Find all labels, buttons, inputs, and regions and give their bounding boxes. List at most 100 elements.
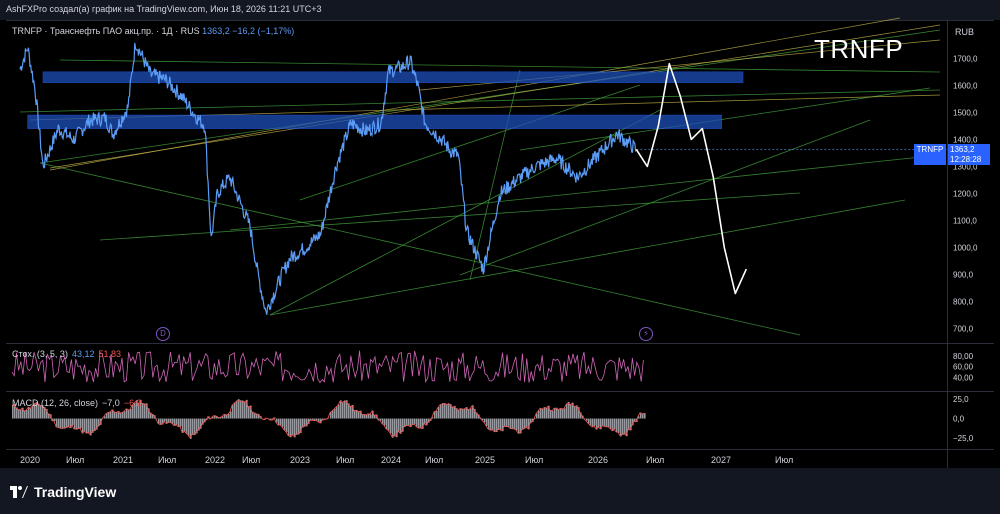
macd-hist-bar (236, 400, 238, 419)
time-tick-label: 2026 (588, 455, 608, 465)
time-tick-label: 2024 (381, 455, 401, 465)
macd-hist-bar (500, 418, 502, 431)
macd-hist-bar (414, 418, 416, 425)
macd-hist-bar (628, 418, 630, 431)
macd-hist-bar (298, 418, 300, 435)
macd-hist-bar (418, 418, 420, 429)
symbol-legend[interactable]: TRNFP · Транснефть ПАО акц.пр. · 1Д · RU… (12, 26, 294, 36)
stoch-legend[interactable]: Стох. (3, 5, 3) 43,12 51,83 (12, 349, 121, 359)
macd-hist-bar (538, 410, 540, 419)
macd-hist-bar (588, 418, 590, 424)
macd-hist-bar (334, 408, 336, 419)
macd-hist-bar (304, 418, 306, 427)
macd-hist-bar (452, 406, 454, 419)
macd-hist-bar (128, 409, 130, 419)
macd-hist-bar (60, 418, 62, 429)
price-change: −16,2 (−1,17%) (232, 26, 295, 36)
split-event-icon[interactable]: ⚡ (639, 327, 653, 341)
macd-hist-bar (570, 404, 572, 419)
macd-hist-bar (342, 401, 344, 419)
macd-hist-bar (616, 418, 618, 433)
symbol-watermark: TRNFP (814, 34, 904, 64)
macd-hist-bar (108, 412, 110, 419)
macd-hist-bar (124, 411, 126, 419)
projection-path[interactable] (635, 62, 748, 295)
macd-hist-bar (296, 418, 298, 435)
price-tag-value: 1363,2 12:28:28 (948, 144, 990, 165)
macd-hist-bar (106, 413, 108, 419)
macd-hist-bar (24, 410, 26, 419)
macd-hist-bar (20, 409, 22, 419)
macd-hist-bar (420, 418, 422, 429)
time-tick-label: Июл (158, 455, 176, 465)
price-tag-countdown: 12:28:28 (950, 155, 982, 164)
trendline (229, 154, 941, 231)
macd-hist-bar (142, 402, 144, 419)
macd-hist-bar (442, 403, 444, 419)
tradingview-logo-icon (10, 486, 28, 498)
time-tick-label: 2020 (20, 455, 40, 465)
macd-hist-bar (390, 418, 392, 434)
macd-hist-bar (604, 418, 606, 427)
macd-hist-bar (170, 418, 172, 423)
macd-hist-bar (438, 406, 440, 419)
macd-hist-bar (558, 409, 560, 419)
macd-hist-bar (614, 418, 616, 430)
macd-hist-bar (338, 404, 340, 419)
macd-hist-bar (518, 418, 520, 434)
macd-hist-bar (286, 418, 288, 433)
price-chart[interactable]: 80,0060,0040,00 25,00,0−25,0 1700,01600,… (0, 0, 1000, 514)
time-tick-label: 2022 (205, 455, 225, 465)
macd-hist-bar (358, 411, 360, 419)
macd-hist-bar (350, 406, 352, 419)
macd-hist-bar (566, 403, 568, 419)
macd-hist-bar (72, 418, 74, 426)
macd-hist-bar (488, 418, 490, 430)
dividend-event-icon[interactable]: D (156, 327, 170, 341)
macd-hist-bar (622, 418, 624, 435)
price-tag-value-text: 1363,2 (950, 145, 975, 154)
macd-legend[interactable]: MACD (12, 26, close) −7,0 −6,2 (12, 398, 142, 408)
macd-hist-bar (598, 418, 600, 428)
currency-label[interactable]: RUB (955, 27, 974, 37)
trendlines[interactable] (19, 17, 941, 336)
macd-hist-bar (498, 418, 500, 430)
macd-hist-bar (62, 418, 64, 429)
stoch-k-value: 43,12 (71, 349, 95, 359)
price-axis[interactable] (947, 21, 995, 468)
tradingview-logo[interactable]: TradingView (10, 484, 116, 500)
macd-hist-bar (178, 418, 180, 428)
macd-hist-bar (620, 418, 622, 437)
macd-hist-bar (546, 407, 548, 419)
macd-hist-bar (144, 403, 146, 419)
macd-hist-bar (354, 410, 356, 419)
panel-separator[interactable] (6, 391, 994, 392)
macd-hist-bar (552, 410, 554, 419)
price-tag-symbol-text: TRNFP (916, 145, 944, 154)
macd-hist-bar (116, 412, 118, 419)
macd-hist-bar (470, 408, 472, 419)
macd-hist-bar (464, 408, 466, 419)
time-tick-label: Июл (775, 455, 793, 465)
macd-hist-bar (560, 408, 562, 419)
macd-hist-bar (86, 418, 88, 434)
macd-hist-bar (564, 408, 566, 419)
macd-hist-bar (120, 412, 122, 419)
macd-hist-bar (590, 418, 592, 426)
time-tick-label: Июл (336, 455, 354, 465)
macd-hist-bar (644, 413, 646, 419)
macd-hist-bar (192, 418, 194, 436)
panel-separator[interactable] (6, 343, 994, 344)
macd-hist-bar (242, 400, 244, 419)
macd-hist-bar (332, 410, 334, 419)
trendline (39, 29, 941, 164)
macd-hist-bar (278, 418, 280, 426)
macd-hist-bar (554, 407, 556, 419)
symbol-title[interactable]: TRNFP · Транснефть ПАО акц.пр. · 1Д · RU… (12, 26, 200, 36)
macd-hist-bar (130, 408, 132, 419)
stoch-d-value: 51,83 (98, 349, 122, 359)
macd-hist-bar (506, 418, 508, 427)
macd-hist-bar (424, 418, 426, 424)
macd-hist-bar (408, 418, 410, 426)
macd-hist-bar (512, 418, 514, 430)
